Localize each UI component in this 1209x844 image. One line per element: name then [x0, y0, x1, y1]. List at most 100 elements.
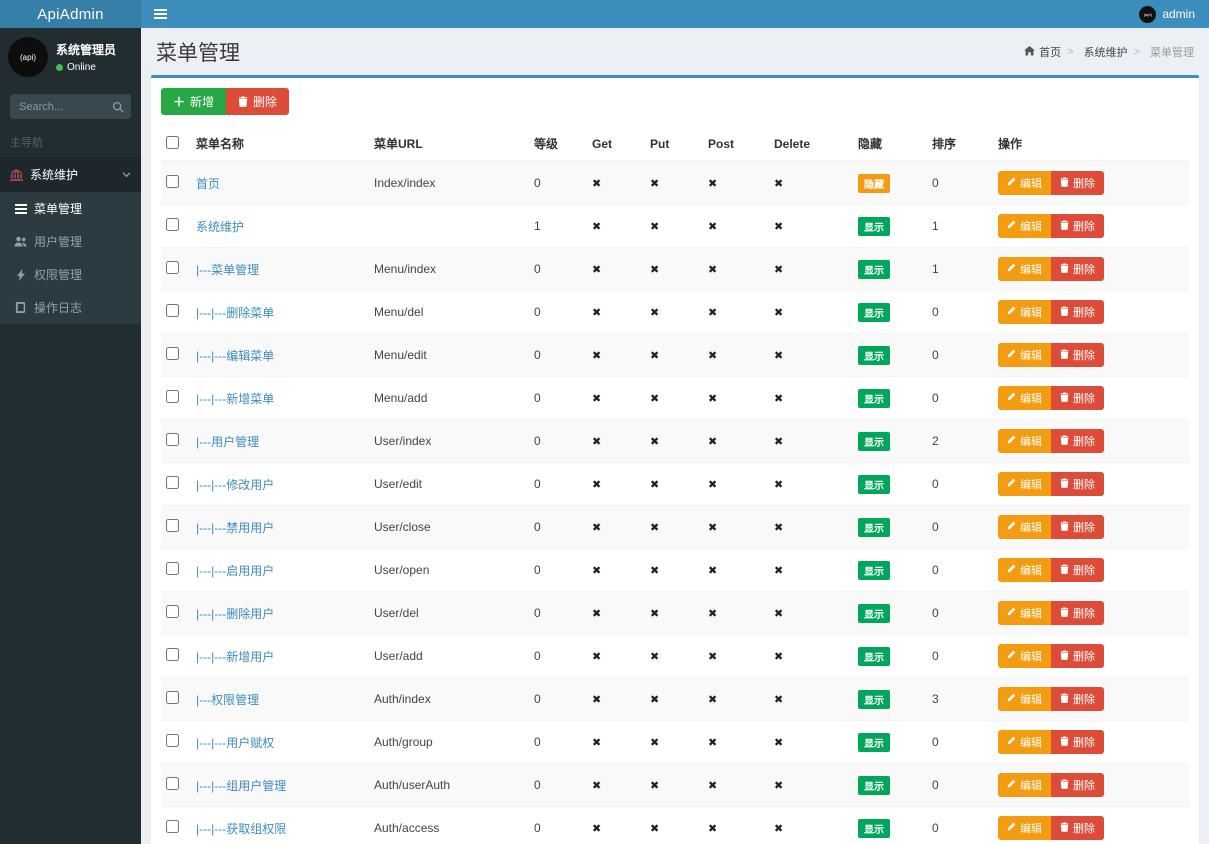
row-checkbox[interactable]	[166, 218, 179, 231]
add-button[interactable]: ＋ 新增	[161, 88, 226, 115]
menu-name-link[interactable]: 首页	[196, 177, 220, 191]
delete-button[interactable]: 删除	[1051, 214, 1104, 238]
edit-button[interactable]: 编辑	[998, 171, 1051, 195]
row-actions: 编辑删除	[998, 429, 1104, 453]
delete-button[interactable]: 删除	[1051, 773, 1104, 797]
menu-name-link[interactable]: |---|---组用户管理	[196, 779, 286, 793]
delete-button[interactable]: 删除	[1051, 257, 1104, 281]
menu-name-link[interactable]: |---|---删除菜单	[196, 306, 274, 320]
menu-name-link[interactable]: |---用户管理	[196, 435, 259, 449]
select-all-checkbox[interactable]	[166, 136, 179, 149]
hidden-badge[interactable]: 隐藏	[858, 174, 890, 193]
edit-button[interactable]: 编辑	[998, 601, 1051, 625]
edit-button[interactable]: 编辑	[998, 816, 1051, 840]
row-checkbox[interactable]	[166, 476, 179, 489]
sidebar-item-system-maintenance[interactable]: 系统维护	[0, 157, 141, 192]
row-actions: 编辑删除	[998, 730, 1104, 754]
delete-button[interactable]: 删除	[1051, 300, 1104, 324]
visible-badge[interactable]: 显示	[858, 776, 890, 795]
row-checkbox[interactable]	[166, 304, 179, 317]
edit-button[interactable]: 编辑	[998, 515, 1051, 539]
row-checkbox[interactable]	[166, 820, 179, 833]
search-button[interactable]	[105, 94, 131, 119]
edit-button[interactable]: 编辑	[998, 300, 1051, 324]
edit-button[interactable]: 编辑	[998, 644, 1051, 668]
table-row: |---|---用户赋权Auth/group0✖✖✖✖显示0编辑删除	[161, 721, 1189, 764]
visible-badge[interactable]: 显示	[858, 518, 890, 537]
sidebar-item-auth-management[interactable]: 权限管理	[0, 258, 141, 291]
menu-name-link[interactable]: |---|---获取组权限	[196, 822, 286, 836]
row-checkbox[interactable]	[166, 433, 179, 446]
visible-badge[interactable]: 显示	[858, 303, 890, 322]
visible-badge[interactable]: 显示	[858, 346, 890, 365]
delete-button[interactable]: 删除	[1051, 171, 1104, 195]
visible-badge[interactable]: 显示	[858, 561, 890, 580]
delete-button[interactable]: 删除	[1051, 816, 1104, 840]
menu-name-link[interactable]: |---|---删除用户	[196, 607, 274, 621]
delete-button[interactable]: 删除	[1051, 472, 1104, 496]
edit-button[interactable]: 编辑	[998, 558, 1051, 582]
edit-button[interactable]: 编辑	[998, 214, 1051, 238]
row-checkbox[interactable]	[166, 734, 179, 747]
menu-name-link[interactable]: 系统维护	[196, 220, 244, 234]
bulk-delete-button[interactable]: 删除	[226, 88, 289, 115]
row-checkbox[interactable]	[166, 691, 179, 704]
menu-name-link[interactable]: |---菜单管理	[196, 263, 259, 277]
edit-button[interactable]: 编辑	[998, 687, 1051, 711]
menu-name-link[interactable]: |---权限管理	[196, 693, 259, 707]
delete-button[interactable]: 删除	[1051, 558, 1104, 582]
trash-icon	[1060, 736, 1069, 749]
row-checkbox[interactable]	[166, 519, 179, 532]
row-checkbox[interactable]	[166, 562, 179, 575]
sidebar-toggle-icon[interactable]	[141, 0, 179, 28]
edit-button[interactable]: 编辑	[998, 343, 1051, 367]
row-checkbox[interactable]	[166, 175, 179, 188]
visible-badge[interactable]: 显示	[858, 260, 890, 279]
cross-icon-put: ✖	[650, 565, 659, 577]
visible-badge[interactable]: 显示	[858, 819, 890, 838]
visible-badge[interactable]: 显示	[858, 389, 890, 408]
sidebar-item-menu-management[interactable]: 菜单管理	[0, 192, 141, 225]
navbar-user-menu[interactable]: (api) admin	[1125, 0, 1209, 28]
visible-badge[interactable]: 显示	[858, 217, 890, 236]
delete-button[interactable]: 删除	[1051, 343, 1104, 367]
search-input[interactable]	[10, 94, 105, 119]
visible-badge[interactable]: 显示	[858, 647, 890, 666]
delete-button[interactable]: 删除	[1051, 515, 1104, 539]
edit-button[interactable]: 编辑	[998, 472, 1051, 496]
menu-name-link[interactable]: |---|---编辑菜单	[196, 349, 274, 363]
breadcrumb-item[interactable]: 系统维护	[1061, 44, 1127, 60]
visible-badge[interactable]: 显示	[858, 432, 890, 451]
delete-button[interactable]: 删除	[1051, 687, 1104, 711]
row-checkbox[interactable]	[166, 261, 179, 274]
visible-badge[interactable]: 显示	[858, 475, 890, 494]
row-checkbox[interactable]	[166, 648, 179, 661]
visible-badge[interactable]: 显示	[858, 733, 890, 752]
edit-button[interactable]: 编辑	[998, 386, 1051, 410]
menu-name-link[interactable]: |---|---新增菜单	[196, 392, 274, 406]
row-checkbox[interactable]	[166, 777, 179, 790]
sidebar-item-user-management[interactable]: 用户管理	[0, 225, 141, 258]
row-checkbox[interactable]	[166, 605, 179, 618]
delete-button[interactable]: 删除	[1051, 429, 1104, 453]
menu-name-link[interactable]: |---|---新增用户	[196, 650, 274, 664]
delete-button[interactable]: 删除	[1051, 386, 1104, 410]
menu-name-link[interactable]: |---|---修改用户	[196, 478, 274, 492]
delete-button[interactable]: 删除	[1051, 644, 1104, 668]
edit-button[interactable]: 编辑	[998, 730, 1051, 754]
visible-badge[interactable]: 显示	[858, 690, 890, 709]
app-logo[interactable]: ApiAdmin	[0, 0, 141, 28]
breadcrumb-item[interactable]: 首页	[1024, 44, 1061, 60]
edit-button[interactable]: 编辑	[998, 257, 1051, 281]
visible-badge[interactable]: 显示	[858, 604, 890, 623]
menu-name-link[interactable]: |---|---启用用户	[196, 564, 274, 578]
edit-button[interactable]: 编辑	[998, 773, 1051, 797]
row-checkbox[interactable]	[166, 347, 179, 360]
row-checkbox[interactable]	[166, 390, 179, 403]
sidebar-item-operation-log[interactable]: 操作日志	[0, 291, 141, 324]
delete-button[interactable]: 删除	[1051, 730, 1104, 754]
edit-button[interactable]: 编辑	[998, 429, 1051, 453]
delete-button[interactable]: 删除	[1051, 601, 1104, 625]
menu-name-link[interactable]: |---|---用户赋权	[196, 736, 274, 750]
menu-name-link[interactable]: |---|---禁用用户	[196, 521, 274, 535]
